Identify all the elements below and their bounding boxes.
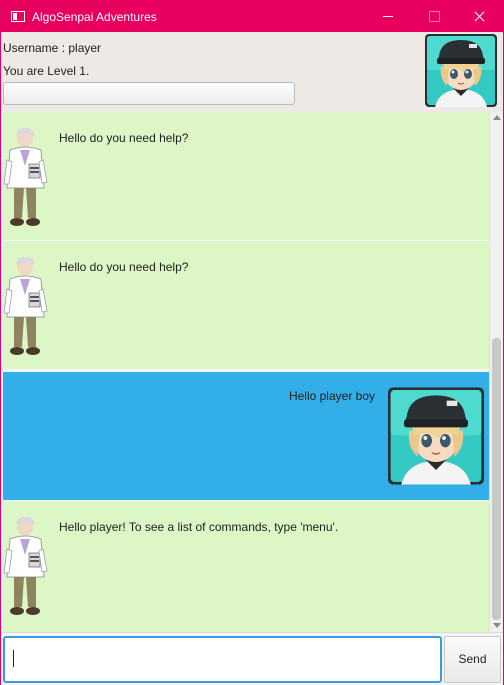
window-title: AlgoSenpai Adventures — [32, 10, 157, 24]
chat-scrollbar[interactable] — [489, 112, 503, 632]
message-text: Hello do you need help? — [59, 131, 189, 145]
message-composer: Send — [1, 632, 503, 685]
app-icon — [11, 11, 25, 22]
message-text: Hello player! To see a list of commands,… — [59, 520, 339, 534]
message-input[interactable] — [3, 636, 442, 683]
chat-message: Hello player boy — [3, 372, 489, 500]
app-window: AlgoSenpai Adventures Username : player … — [0, 0, 504, 685]
chat-log[interactable]: Hello do you need help? Hello do you nee… — [1, 112, 489, 632]
scroll-down-icon[interactable] — [493, 623, 501, 628]
close-button[interactable] — [457, 1, 503, 32]
chat-message: Hello player! To see a list of commands,… — [3, 501, 489, 632]
chat-message: Hello do you need help? — [3, 241, 489, 369]
send-button[interactable]: Send — [444, 636, 501, 683]
username-label: Username : player — [3, 41, 102, 55]
professor-sprite-icon — [3, 255, 49, 359]
level-progress-bar — [3, 82, 295, 105]
minimize-button[interactable] — [365, 1, 411, 32]
scrollbar-thumb[interactable] — [492, 338, 501, 620]
maximize-button[interactable] — [411, 1, 457, 32]
chat-message: Hello do you need help? — [3, 112, 489, 240]
text-caret — [13, 650, 14, 667]
professor-sprite-icon — [3, 126, 49, 230]
level-label: You are Level 1. — [3, 64, 90, 78]
trainer-avatar-icon — [425, 34, 497, 107]
professor-sprite-icon — [3, 515, 49, 619]
player-header: Username : player You are Level 1. — [1, 32, 503, 112]
message-text: Hello do you need help? — [59, 260, 189, 274]
trainer-avatar-icon — [388, 387, 484, 485]
message-text: Hello player boy — [288, 389, 375, 403]
scroll-up-icon[interactable] — [493, 115, 501, 120]
title-bar[interactable]: AlgoSenpai Adventures — [1, 1, 503, 32]
